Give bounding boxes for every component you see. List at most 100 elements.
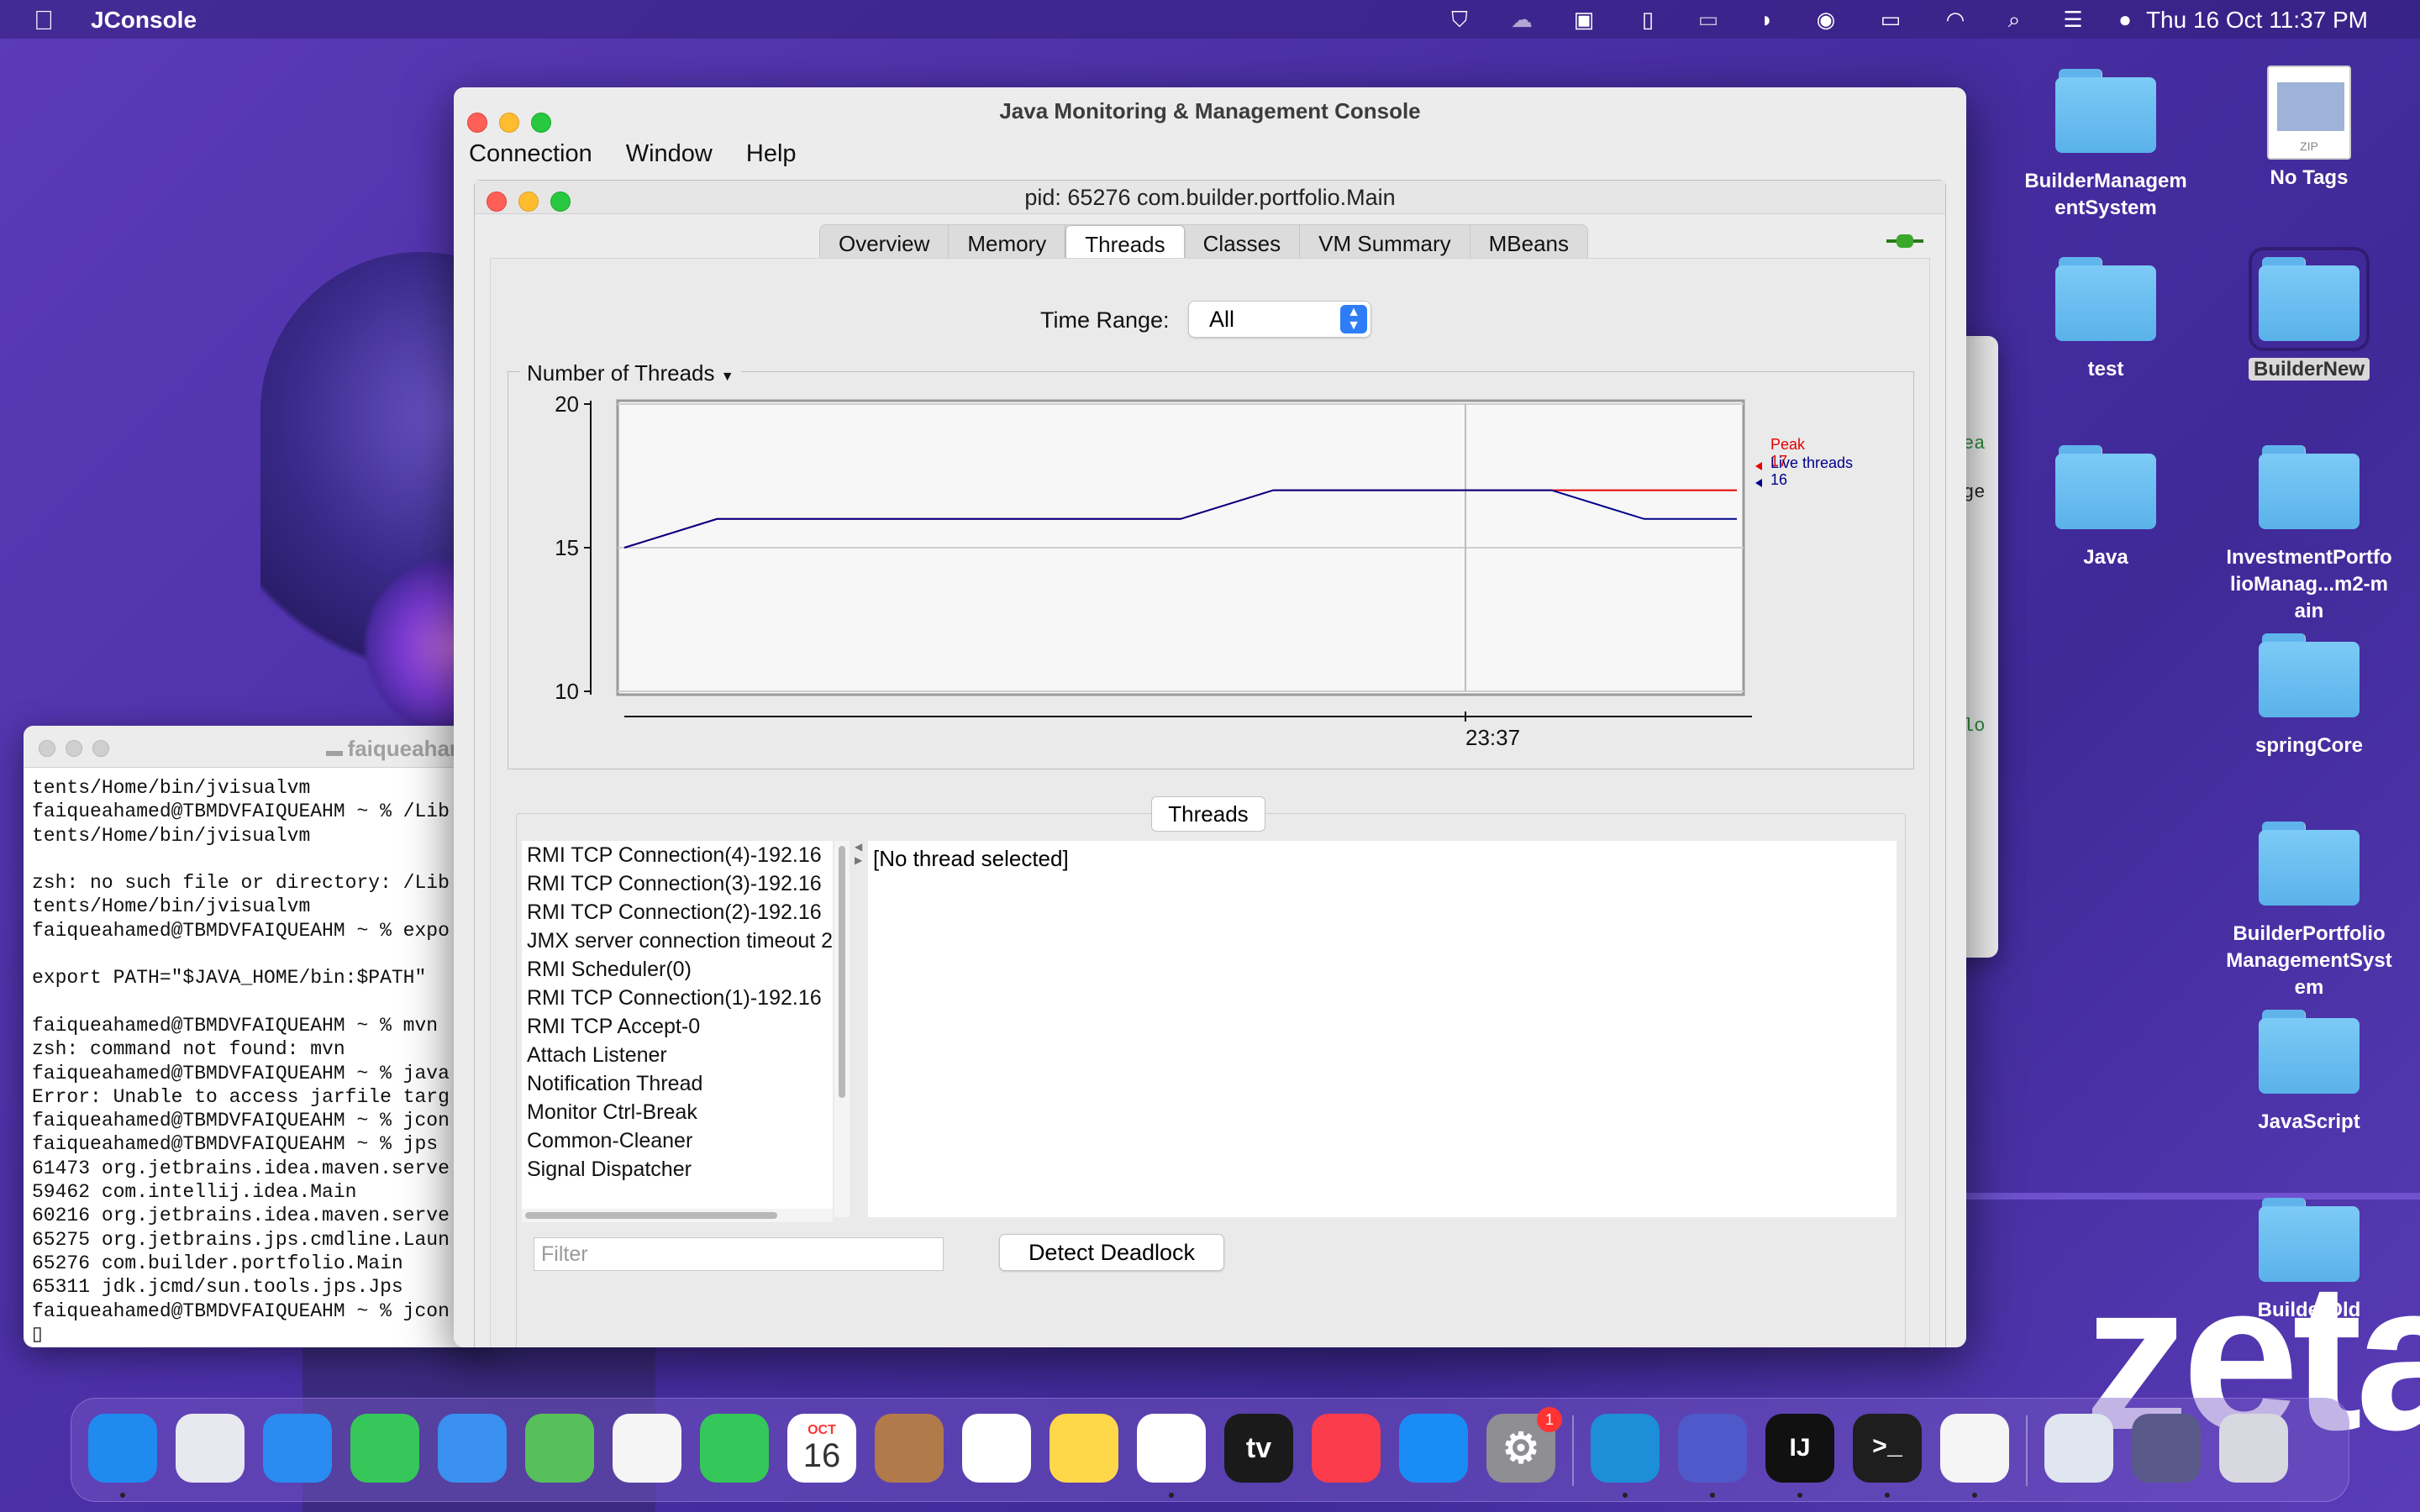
zoom-button[interactable] xyxy=(550,192,571,212)
active-app-name[interactable]: JConsole xyxy=(91,7,197,34)
split-pane-divider[interactable]: ◀ ▶ xyxy=(853,841,865,1217)
notes-icon[interactable] xyxy=(1050,1414,1118,1483)
system-settings-icon[interactable]: ⚙ 1 xyxy=(1486,1407,1562,1483)
trash-icon[interactable] xyxy=(2219,1414,2288,1483)
calendar-icon[interactable]: OCT 16 xyxy=(787,1414,856,1483)
tab-threads[interactable]: Threads xyxy=(1065,225,1185,262)
arrow-right-icon[interactable]: ▶ xyxy=(855,854,862,866)
java-icon[interactable] xyxy=(1940,1414,2009,1483)
thread-list[interactable]: RMI TCP Connection(4)-192.16 RMI TCP Conn… xyxy=(522,841,833,1217)
chart-title[interactable]: Number of Threads ▼ xyxy=(520,360,741,386)
control-center-icon[interactable]: ☰ xyxy=(2060,7,2086,32)
thread-list-item[interactable]: Common-Cleaner xyxy=(522,1126,833,1155)
facetime-icon[interactable] xyxy=(700,1414,769,1483)
desktop-folder-investmentportfolio[interactable]: InvestmentPortfolioManag...m2-main xyxy=(2217,445,2402,625)
connection-frame[interactable]: pid: 65276 com.builder.portfolio.Main Ov… xyxy=(474,180,1946,1347)
zoom-button[interactable] xyxy=(92,740,109,757)
mail-icon[interactable] xyxy=(438,1414,507,1483)
tab-vm-summary[interactable]: VM Summary xyxy=(1300,225,1470,262)
elephant-icon[interactable]: ◗ xyxy=(1754,7,1780,32)
tab-memory[interactable]: Memory xyxy=(949,225,1066,262)
thread-list-item[interactable]: RMI Scheduler(0) xyxy=(522,955,833,984)
maps-icon[interactable] xyxy=(525,1414,594,1483)
thread-list-vscrollbar[interactable] xyxy=(834,841,850,1217)
desktop-folder-springcore[interactable]: springCore xyxy=(2217,633,2402,759)
scroll-thumb[interactable] xyxy=(525,1212,777,1219)
photos-icon[interactable] xyxy=(613,1414,681,1483)
thread-list-item[interactable]: RMI TCP Connection(2)-192.16 xyxy=(522,898,833,927)
desktop-folder-builderportfoliomanagementsystem[interactable]: BuilderPortfolioManagementSystem xyxy=(2217,822,2402,1001)
user-account-icon[interactable]: ◉ xyxy=(1813,7,1839,32)
thread-list-item[interactable]: Signal Dispatcher xyxy=(522,1155,833,1184)
arrow-left-icon[interactable]: ◀ xyxy=(855,841,862,853)
music-icon[interactable] xyxy=(1312,1414,1381,1483)
close-button[interactable] xyxy=(487,192,507,212)
desktop-folder-buildernew[interactable]: BuilderNew xyxy=(2217,247,2402,383)
thread-list-item[interactable]: RMI TCP Connection(4)-192.16 xyxy=(522,841,833,869)
edge-icon[interactable] xyxy=(1591,1414,1660,1483)
contacts-icon[interactable] xyxy=(875,1414,944,1483)
close-button[interactable] xyxy=(39,740,55,757)
terminal-icon[interactable]: >_ xyxy=(1853,1414,1922,1483)
appstore-icon[interactable] xyxy=(1399,1414,1468,1483)
tab-classes[interactable]: Classes xyxy=(1185,225,1301,262)
desktop-folder-test[interactable]: test xyxy=(2013,257,2198,383)
desktop-folder-builderold[interactable]: BuilderOld xyxy=(2217,1198,2402,1324)
minimize-button[interactable] xyxy=(66,740,82,757)
tab-overview[interactable]: Overview xyxy=(820,225,950,262)
minimize-button[interactable] xyxy=(499,113,519,133)
battery-icon[interactable]: ▭ xyxy=(1872,7,1909,32)
teams-status-icon[interactable]: ▣ xyxy=(1571,7,1597,32)
finder-icon[interactable] xyxy=(88,1414,157,1483)
jconsole-window[interactable]: Java Monitoring & Management Console Con… xyxy=(454,87,1966,1347)
thread-detail[interactable]: [No thread selected] xyxy=(868,841,1897,1217)
teams-icon[interactable] xyxy=(1678,1414,1747,1483)
desktop-folder-buildermanagementsystem[interactable]: BuilderManagementSystem xyxy=(2013,69,2198,222)
apple-menu-icon[interactable]:  xyxy=(34,5,54,36)
thread-list-item[interactable]: Monitor Ctrl-Break xyxy=(522,1098,833,1126)
thread-list-item[interactable]: Notification Thread xyxy=(522,1069,833,1098)
wifi-icon[interactable]: ◠ xyxy=(1943,7,1968,32)
messages-icon[interactable] xyxy=(350,1414,419,1483)
intellij-icon[interactable]: IJ xyxy=(1765,1414,1834,1483)
connection-titlebar[interactable]: pid: 65276 com.builder.portfolio.Main xyxy=(475,181,1945,214)
freeform-icon[interactable] xyxy=(1137,1414,1206,1483)
siri-icon[interactable]: ● xyxy=(2112,7,2138,32)
thread-list-item[interactable]: RMI TCP Accept-0 xyxy=(522,1012,833,1041)
thread-list-item[interactable]: RMI TCP Connection(3)-192.16 xyxy=(522,869,833,898)
support-icon[interactable] xyxy=(2132,1414,2201,1483)
desktop-folder-java[interactable]: Java xyxy=(2013,445,2198,571)
detect-deadlock-button[interactable]: Detect Deadlock xyxy=(999,1234,1224,1271)
thread-list-item[interactable]: JMX server connection timeout 2 xyxy=(522,927,833,955)
terminal-titlebar[interactable]: ▬ faiqueaham xyxy=(24,726,494,768)
thread-list-item[interactable]: Attach Listener xyxy=(522,1041,833,1069)
reminders-icon[interactable] xyxy=(962,1414,1031,1483)
safari-icon[interactable] xyxy=(263,1414,332,1483)
thread-list-item[interactable]: RMI TCP Connection(1)-192.16 xyxy=(522,984,833,1012)
shield-icon[interactable]: ⛉ xyxy=(1447,7,1472,32)
zoom-button[interactable] xyxy=(531,113,551,133)
desktop-folder-javascript[interactable]: JavaScript xyxy=(2217,1010,2402,1136)
display-icon[interactable]: ▭ xyxy=(1696,7,1721,32)
appletv-icon[interactable]: tv xyxy=(1224,1414,1293,1483)
window-titlebar[interactable]: Java Monitoring & Management Console xyxy=(454,87,1966,134)
archive-icon[interactable] xyxy=(2044,1414,2113,1483)
chevron-down-icon: ▼ xyxy=(720,370,734,384)
close-button[interactable] xyxy=(467,113,487,133)
search-icon[interactable]: ⌕ xyxy=(2002,7,2027,32)
tab-mbeans[interactable]: MBeans xyxy=(1470,225,1587,262)
filter-input[interactable]: Filter xyxy=(534,1237,944,1271)
readium-icon[interactable]: ▯ xyxy=(1635,7,1660,32)
minimize-button[interactable] xyxy=(518,192,539,212)
terminal-window[interactable]: ▬ faiqueaham tents/Home/bin/jvisualvm fa… xyxy=(24,726,494,1347)
scroll-thumb[interactable] xyxy=(839,846,845,1098)
launchpad-icon[interactable] xyxy=(176,1414,245,1483)
cloud-icon[interactable]: ☁ xyxy=(1509,7,1534,32)
time-range-select[interactable]: All ▲ ▼ xyxy=(1188,301,1371,338)
menu-window[interactable]: Window xyxy=(626,140,713,168)
menu-help[interactable]: Help xyxy=(746,140,797,168)
thread-list-hscrollbar[interactable] xyxy=(522,1209,833,1222)
desktop-file-no-tags[interactable]: ZIP No Tags xyxy=(2217,66,2402,192)
terminal-output[interactable]: tents/Home/bin/jvisualvm faiqueahamed@TB… xyxy=(24,768,494,1347)
menu-bar-clock[interactable]: Thu 16 Oct 11:37 PM xyxy=(2146,7,2368,34)
